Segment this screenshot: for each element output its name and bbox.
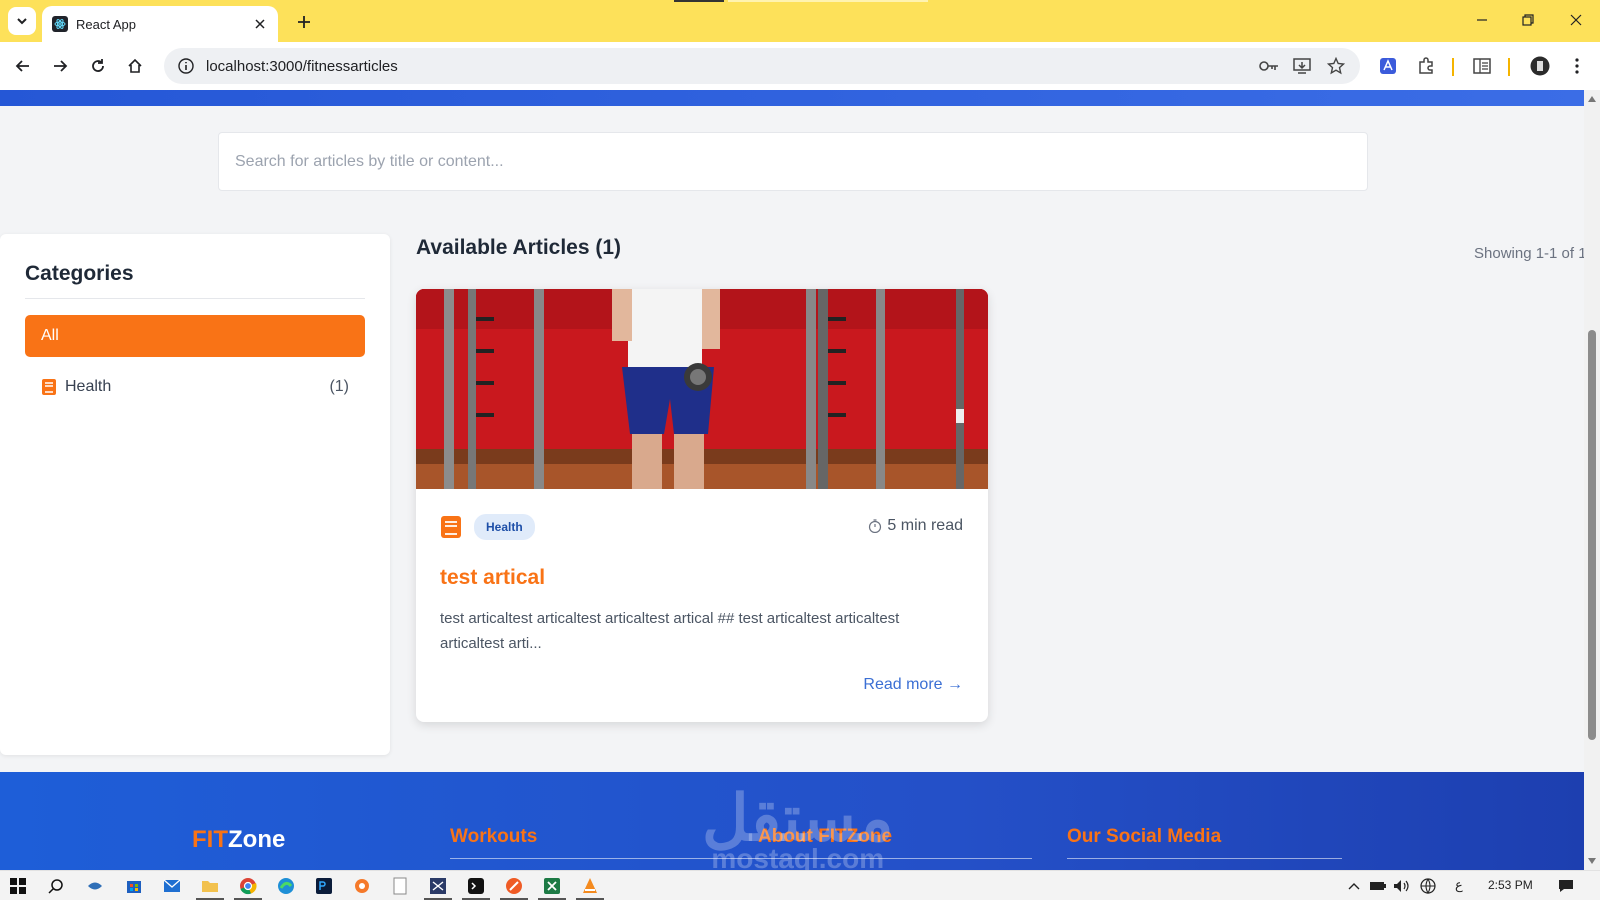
volume-icon[interactable] — [1392, 876, 1412, 896]
store-icon[interactable] — [124, 876, 144, 896]
extension-translate-icon[interactable] — [1376, 54, 1400, 78]
logo-zone: Zone — [228, 826, 286, 853]
blender-icon[interactable] — [352, 876, 372, 896]
tab-strip-indicator — [674, 0, 724, 2]
profile-avatar-icon[interactable] — [1528, 54, 1552, 78]
toolbar-separator — [1508, 58, 1510, 76]
footer-divider — [1067, 858, 1342, 859]
footer-social-heading: Our Social Media — [1067, 826, 1222, 847]
category-item-count: (1) — [329, 378, 349, 395]
category-badge: Health — [474, 514, 535, 540]
stopwatch-icon — [869, 519, 882, 533]
page-scrollbar[interactable] — [1584, 90, 1600, 870]
url-text: localhost:3000/fitnessarticles — [206, 57, 398, 75]
close-icon — [1570, 14, 1582, 26]
visual-studio-icon[interactable] — [428, 876, 448, 896]
tab-title: React App — [76, 16, 136, 32]
watermark: مستقل mostaql.com — [702, 786, 894, 874]
chrome-icon[interactable] — [238, 876, 258, 896]
globe-icon[interactable] — [1418, 876, 1438, 896]
address-bar[interactable]: localhost:3000/fitnessarticles — [164, 48, 1360, 84]
read-time-label: 5 min read — [887, 517, 963, 534]
book-icon — [42, 379, 56, 395]
window-close-button[interactable] — [1562, 8, 1590, 32]
vlc-icon[interactable] — [580, 876, 600, 896]
excel-icon[interactable] — [542, 876, 562, 896]
pagination-summary: Showing 1-1 of 1 — [1474, 245, 1587, 262]
file-explorer-icon[interactable] — [200, 876, 220, 896]
browser-tab[interactable]: React App — [42, 6, 278, 42]
kebab-menu-icon[interactable] — [1565, 54, 1589, 78]
input-language[interactable]: ع — [1455, 877, 1463, 893]
star-icon[interactable] — [1324, 54, 1348, 78]
article-card[interactable]: Health 5 min read test artical test arti… — [416, 289, 988, 722]
notifications-icon[interactable] — [1556, 876, 1576, 896]
read-more-link[interactable]: Read more → — [863, 676, 963, 694]
category-item-health[interactable]: Health (1) — [25, 367, 365, 407]
footer-workouts-heading: Workouts — [450, 826, 538, 847]
restore-button[interactable] — [1514, 8, 1542, 32]
search-input[interactable] — [218, 132, 1368, 191]
category-all-button[interactable]: All — [25, 315, 365, 357]
arrow-right-icon — [54, 60, 68, 72]
react-icon — [52, 16, 68, 32]
fish-app-icon[interactable] — [86, 876, 106, 896]
puzzle-icon[interactable] — [1414, 54, 1438, 78]
home-icon — [128, 58, 142, 73]
chevron-down-icon — [17, 18, 27, 25]
articles-heading: Available Articles (1) — [416, 236, 622, 259]
article-title[interactable]: test artical — [440, 566, 545, 590]
browser-toolbar: localhost:3000/fitnessarticles — [0, 42, 1600, 90]
restore-icon — [1522, 14, 1534, 26]
windows-start-icon[interactable] — [8, 876, 28, 896]
site-info-icon[interactable] — [176, 56, 196, 76]
category-all-label: All — [41, 327, 59, 344]
edge-icon[interactable] — [276, 876, 296, 896]
article-meta: Health — [440, 514, 535, 540]
minimize-button[interactable] — [1468, 8, 1496, 32]
reload-icon — [92, 59, 104, 72]
reading-list-icon[interactable] — [1470, 54, 1494, 78]
footer-logo[interactable]: FITZone — [192, 826, 285, 854]
read-time: 5 min read — [868, 517, 963, 535]
mail-icon[interactable] — [162, 876, 182, 896]
close-icon[interactable] — [252, 16, 268, 32]
scrollbar-thumb[interactable] — [1588, 330, 1596, 740]
minimize-icon — [1477, 19, 1487, 21]
book-icon — [441, 516, 461, 538]
home-button[interactable] — [123, 54, 147, 78]
notepad-icon[interactable] — [390, 876, 410, 896]
watermark-latin: mostaql.com — [711, 843, 885, 874]
categories-title: Categories — [25, 262, 365, 299]
battery-icon[interactable] — [1368, 876, 1388, 896]
tab-search-button[interactable] — [8, 7, 36, 35]
chevron-up-icon[interactable] — [1344, 876, 1364, 896]
windows-taskbar: ع 2:53 PM — [0, 870, 1600, 900]
article-image — [416, 289, 988, 489]
header-bar — [0, 90, 1584, 106]
password-key-icon[interactable] — [1257, 54, 1281, 78]
tab-strip-highlight — [728, 0, 928, 2]
terminal-icon[interactable] — [466, 876, 486, 896]
arrow-left-icon — [15, 60, 29, 72]
scroll-down-icon[interactable] — [1587, 856, 1597, 866]
categories-panel: Categories All Health (1) — [0, 234, 390, 755]
install-app-icon[interactable] — [1290, 54, 1314, 78]
search-icon[interactable] — [46, 876, 66, 896]
category-item-label: Health — [65, 378, 112, 395]
postman-icon[interactable] — [504, 876, 524, 896]
back-button[interactable] — [11, 54, 35, 78]
logo-fit: FIT — [192, 826, 228, 853]
toolbar-separator — [1452, 58, 1454, 76]
new-tab-button[interactable] — [292, 10, 316, 34]
forward-button[interactable] — [48, 54, 72, 78]
plus-icon — [298, 16, 310, 28]
scroll-up-icon[interactable] — [1587, 94, 1597, 104]
taskbar-clock[interactable]: 2:53 PM — [1488, 878, 1533, 892]
article-excerpt: test articaltest articaltest articaltest… — [440, 610, 900, 652]
reload-button[interactable] — [86, 54, 110, 78]
browser-tab-bar: React App — [0, 0, 1600, 42]
photoshop-icon[interactable] — [314, 876, 334, 896]
